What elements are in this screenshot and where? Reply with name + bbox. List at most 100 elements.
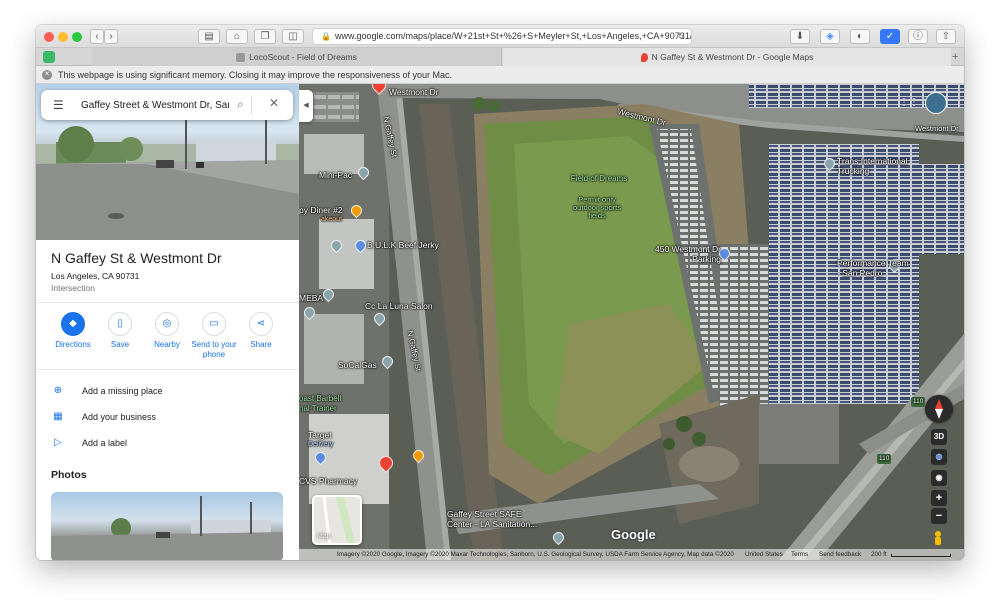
lock-icon: 🔒: [321, 32, 331, 41]
menu-icon[interactable]: ☰: [53, 98, 64, 112]
socalgas-label: SoCalGas: [338, 360, 377, 370]
divider: [36, 369, 299, 370]
home-icon[interactable]: ⌂: [226, 29, 248, 44]
globe-icon[interactable]: ◍: [931, 449, 947, 465]
parking-label: 450 Westmont Dr Parking: [655, 244, 721, 264]
account-avatar[interactable]: [925, 92, 947, 114]
search-icon[interactable]: ⌕: [237, 97, 244, 111]
share-button[interactable]: ⋖ Share: [236, 312, 286, 350]
mini-pac-label: Mini-Pac: [319, 170, 353, 180]
memory-notice-bar: ✕ This webpage is using significant memo…: [36, 66, 964, 84]
collapse-panel-button[interactable]: ◀: [299, 90, 313, 122]
tabs-overview-icon[interactable]: ❐: [254, 29, 276, 44]
search-input[interactable]: [81, 97, 229, 113]
add-business-option[interactable]: ▦ Add your business: [51, 410, 291, 426]
map-layer-toggle[interactable]: Map: [312, 495, 362, 545]
cvs-label: CVS Pharmacy: [299, 476, 358, 486]
tab-locoscout[interactable]: LocoScout - Field of Dreams: [92, 48, 502, 66]
search-divider: [251, 96, 252, 114]
tab-label: N Gaffey St & Westmont Dr - Google Maps: [651, 52, 814, 62]
toggle-3d-button[interactable]: 3D: [931, 429, 947, 445]
scale-label[interactable]: 200 ft: [871, 549, 887, 560]
minimize-window-button[interactable]: [58, 32, 68, 42]
new-tab-icon[interactable]: +: [952, 48, 964, 66]
share-page-icon[interactable]: ⇧: [936, 29, 956, 44]
reload-icon[interactable]: ↻: [677, 29, 685, 44]
send-to-phone-icon: ▭: [202, 312, 226, 336]
attribution-bar: Imagery ©2020 Google, Imagery ©2020 Maxa…: [299, 549, 964, 560]
add-business-icon: ▦: [53, 411, 63, 422]
street-label: Westmont Dr: [915, 124, 959, 133]
send-feedback-link[interactable]: Send feedback: [819, 549, 861, 560]
back-icon[interactable]: ‹: [90, 29, 104, 44]
save-label: Save: [110, 340, 130, 349]
clear-search-icon[interactable]: ✕: [269, 96, 279, 110]
notice-text: This webpage is using significant memory…: [58, 70, 453, 80]
place-title: N Gaffey St & Westmont Dr: [51, 250, 222, 266]
pegman-icon[interactable]: [932, 530, 944, 548]
close-window-button[interactable]: [44, 32, 54, 42]
photos-heading: Photos: [51, 469, 87, 481]
photo-thumbnail[interactable]: [51, 492, 283, 560]
search-box: ☰ ⌕ ✕: [41, 90, 293, 120]
field-of-dreams-sublabel: Permit only outdoor sports fields: [573, 195, 621, 220]
add-place-icon: ⊕: [53, 385, 63, 396]
sidebar-icon[interactable]: ◫: [282, 29, 304, 44]
browser-window: ‹ › ▤ ⌂ ❐ ◫ 🔒 www.google.com/maps/place/…: [36, 25, 964, 560]
nearby-button[interactable]: ◎ Nearby: [142, 312, 192, 350]
directions-button[interactable]: ◆ Directions: [48, 312, 98, 350]
bookmark-icon: ▯: [108, 312, 132, 336]
privacy-shield-icon[interactable]: ◈: [820, 29, 840, 44]
print-icon[interactable]: ▤: [198, 29, 220, 44]
save-button[interactable]: ▯ Save: [95, 312, 145, 350]
performance-team-label: Performance Team - San Pedro: [837, 258, 909, 278]
zoom-in-button[interactable]: +: [931, 490, 947, 506]
bookmark-extension-icon[interactable]: [43, 51, 55, 63]
place-type: Intersection: [51, 283, 95, 293]
maps-favicon-icon: [640, 53, 648, 63]
share-icon: ⋖: [249, 312, 273, 336]
zoom-window-button[interactable]: [72, 32, 82, 42]
route-110-shield: 110: [877, 454, 892, 464]
send-to-phone-button[interactable]: ▭ Send to your phone: [189, 312, 239, 360]
compass-icon: [935, 399, 943, 419]
browser-toolbar: ‹ › ▤ ⌂ ❐ ◫ 🔒 www.google.com/maps/place/…: [36, 25, 964, 48]
my-location-icon[interactable]: ◉: [931, 470, 947, 486]
street-label: Westmont Dr: [389, 87, 439, 97]
address-bar[interactable]: 🔒 www.google.com/maps/place/W+21st+St+%2…: [312, 28, 692, 45]
target-sublabel: Delivery: [308, 441, 334, 448]
share-label: Share: [250, 340, 272, 349]
download-icon[interactable]: ⬇: [790, 29, 810, 44]
tab-label: LocoScout - Field of Dreams: [249, 52, 357, 62]
tab-google-maps[interactable]: N Gaffey St & Westmont Dr - Google Maps: [503, 48, 951, 66]
google-logo: Google: [611, 527, 656, 542]
tab-bar: LocoScout - Field of Dreams N Gaffey St …: [36, 48, 964, 66]
contrast-extension-icon[interactable]: ◐: [850, 29, 870, 44]
zoom-out-button[interactable]: −: [931, 508, 947, 524]
maps-content: ☰ ⌕ ✕ N Gaffey St & Westmont Dr Los Ange…: [36, 84, 964, 560]
terms-link[interactable]: Terms: [791, 549, 808, 560]
add-missing-place-option[interactable]: ⊕ Add a missing place: [51, 384, 291, 400]
street-view-photo[interactable]: ☰ ⌕ ✕: [36, 84, 299, 240]
compass-button[interactable]: [925, 395, 953, 423]
option-label: Add a label: [82, 438, 128, 448]
apps-grid-icon[interactable]: ⋮⋮: [899, 97, 919, 109]
diner-label: py Diner #2: [299, 205, 343, 215]
satellite-map[interactable]: Westmont Dr Westmont Dr Westmont Dr N Ga…: [299, 84, 964, 560]
forward-icon[interactable]: ›: [104, 29, 118, 44]
barbell-sublabel: nal Trainer: [299, 404, 337, 413]
info-icon[interactable]: ⓘ: [908, 29, 928, 44]
trans-trucking-label: Trans International Trucking: [837, 156, 908, 176]
barbell-label: oast Barbell: [299, 394, 342, 403]
map-layer-label: Map: [317, 533, 331, 540]
divider: [36, 302, 299, 303]
directions-label: Directions: [55, 340, 91, 349]
field-of-dreams-label: Field of Dreams: [570, 174, 628, 183]
close-notice-icon[interactable]: ✕: [42, 70, 52, 80]
checkmark-extension-icon[interactable]: ✓: [880, 29, 900, 44]
country-link[interactable]: United States: [745, 549, 783, 560]
nearby-icon: ◎: [155, 312, 179, 336]
imagery-attribution: Imagery ©2020 Google, Imagery ©2020 Maxa…: [337, 551, 734, 558]
add-label-option[interactable]: ▷ Add a label: [51, 436, 291, 452]
label-icon: ▷: [54, 437, 62, 448]
